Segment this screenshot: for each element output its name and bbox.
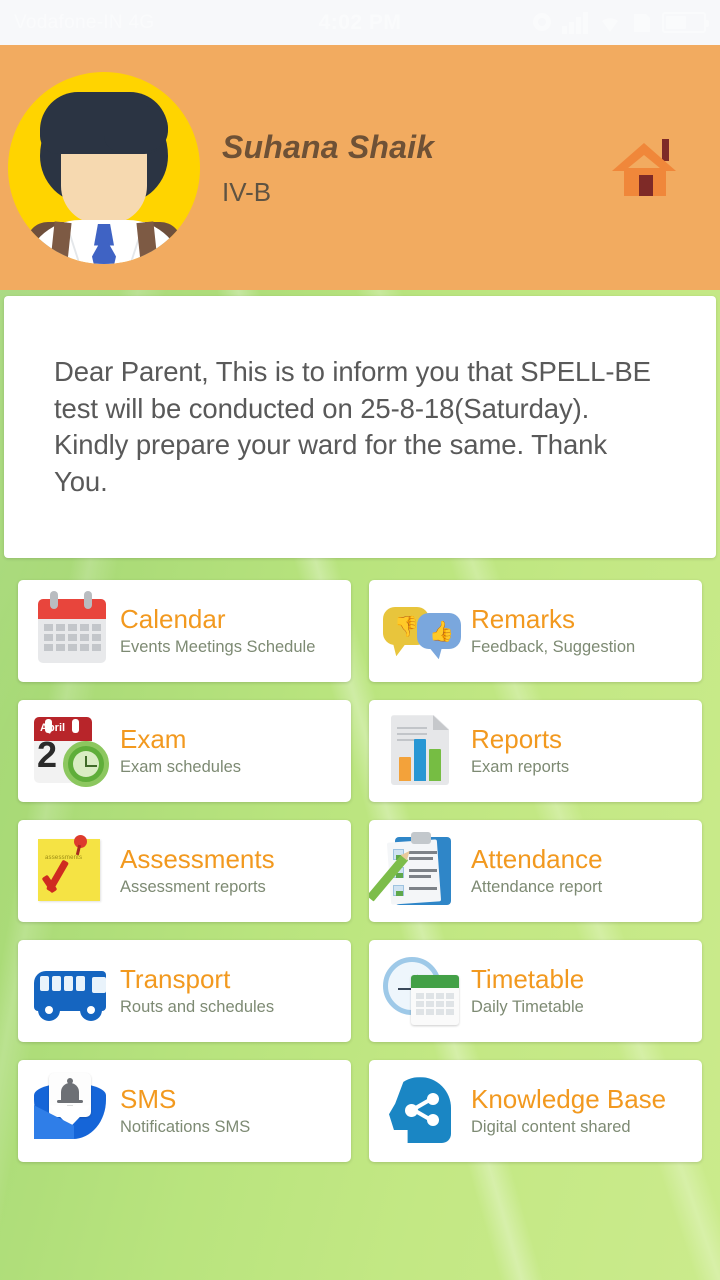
tile-text: Calendar Events Meetings Schedule <box>120 605 351 657</box>
exam-calendar-clock-icon: April 2 <box>30 709 114 793</box>
notice-message: Dear Parent, This is to inform you that … <box>54 356 651 497</box>
bus-icon <box>30 949 114 1033</box>
tile-timetable[interactable]: Timetable Daily Timetable <box>369 940 702 1043</box>
clock-calendar-icon <box>381 949 465 1033</box>
exam-icon-day: 2 <box>37 734 58 776</box>
tile-subtitle: Feedback, Suggestion <box>471 638 636 657</box>
tile-transport[interactable]: Transport Routs and schedules <box>18 940 351 1043</box>
tile-text: Attendance Attendance report <box>471 845 702 897</box>
status-bar-left: Vodafone-IN 4G <box>14 12 319 34</box>
tile-attendance[interactable]: Attendance Attendance report <box>369 820 702 923</box>
tile-subtitle: Exam reports <box>471 758 570 777</box>
tile-title: Reports <box>471 724 563 755</box>
tile-text: Knowledge Base Digital content shared <box>471 1085 702 1137</box>
tile-subtitle: Assessment reports <box>120 878 266 897</box>
student-class: IV-B <box>222 176 272 207</box>
tile-title: Transport <box>120 964 231 995</box>
tile-sms[interactable]: SMS Notifications SMS <box>18 1060 351 1163</box>
student-header: Suhana Shaik IV-B <box>0 45 720 290</box>
signal-icon <box>562 11 588 34</box>
tile-text: Transport Routs and schedules <box>120 965 351 1017</box>
tile-subtitle: Exam schedules <box>120 758 242 777</box>
tile-title: Exam <box>120 724 187 755</box>
tile-text: SMS Notifications SMS <box>120 1085 351 1137</box>
wifi-icon <box>602 17 618 32</box>
menu-grid: Calendar Events Meetings Schedule 👎 👍 Rem… <box>0 580 720 1163</box>
carrier-label: Vodafone-IN 4G <box>14 11 155 33</box>
speech-bubbles-icon: 👎 👍 <box>381 589 465 673</box>
tile-title: Attendance <box>471 844 603 875</box>
status-bar-center: 4:02 PM <box>319 11 402 35</box>
tile-calendar[interactable]: Calendar Events Meetings Schedule <box>18 580 351 683</box>
battery-icon <box>662 12 709 33</box>
tile-text: Assessments Assessment reports <box>120 845 351 897</box>
tile-text: Remarks Feedback, Suggestion <box>471 605 702 657</box>
calendar-icon <box>30 589 114 673</box>
tile-subtitle: Notifications SMS <box>120 1118 251 1137</box>
tile-title: Assessments <box>120 844 275 875</box>
notice-card[interactable]: Dear Parent, This is to inform you that … <box>4 296 716 559</box>
tile-remarks[interactable]: 👎 👍 Remarks Feedback, Suggestion <box>369 580 702 683</box>
tile-title: Timetable <box>471 964 585 995</box>
student-info: Suhana Shaik IV-B <box>222 129 610 206</box>
tile-title: Remarks <box>471 604 576 635</box>
clipboard-pencil-icon <box>369 829 465 913</box>
avatar <box>8 71 200 264</box>
tile-reports[interactable]: Reports Exam reports <box>369 700 702 803</box>
tile-text: Timetable Daily Timetable <box>471 965 702 1017</box>
tile-title: SMS <box>120 1084 177 1115</box>
tile-exam[interactable]: April 2 Exam Exam schedules <box>18 700 351 803</box>
clock-label: 4:02 PM <box>318 10 402 34</box>
tile-text: Exam Exam schedules <box>120 725 351 777</box>
status-bar-right <box>401 11 709 34</box>
tile-text: Reports Exam reports <box>471 725 702 777</box>
tile-title: Knowledge Base <box>471 1084 667 1115</box>
status-bar: Vodafone-IN 4G 4:02 PM <box>0 0 720 45</box>
sim-icon <box>634 13 650 32</box>
head-share-icon <box>381 1069 465 1153</box>
envelope-bell-icon <box>30 1069 114 1153</box>
sticky-note-check-icon: assessments <box>30 829 114 913</box>
tile-subtitle: Digital content shared <box>471 1118 631 1137</box>
app-screen: Vodafone-IN 4G 4:02 PM Suhana Shaik IV-B… <box>0 0 720 1280</box>
tile-subtitle: Routs and schedules <box>120 998 275 1017</box>
tile-knowledge-base[interactable]: Knowledge Base Digital content shared <box>369 1060 702 1163</box>
tile-subtitle: Attendance report <box>471 878 603 897</box>
tile-subtitle: Daily Timetable <box>471 998 584 1017</box>
document-barchart-icon <box>381 709 465 793</box>
tile-subtitle: Events Meetings Schedule <box>120 638 316 657</box>
tile-assessments[interactable]: assessments Assessments Assessment repor… <box>18 820 351 923</box>
student-name: Suhana Shaik <box>222 128 435 165</box>
location-icon <box>533 12 551 31</box>
home-icon[interactable] <box>610 137 680 199</box>
tile-title: Calendar <box>120 604 226 635</box>
